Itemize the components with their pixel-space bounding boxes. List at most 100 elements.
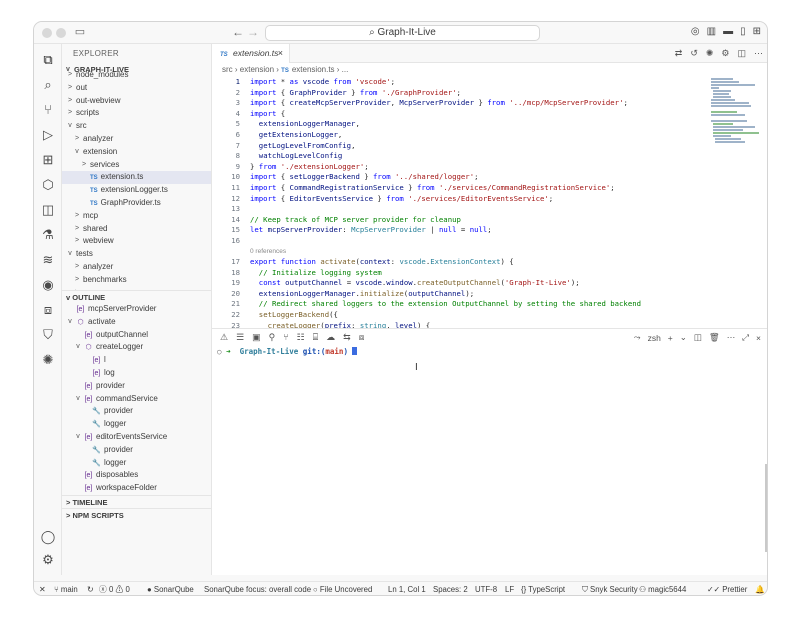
run-debug-icon[interactable]: ▷ (38, 125, 58, 145)
outline-item[interactable]: [e] l (62, 354, 211, 367)
manage-gear-icon[interactable]: ⚙ (38, 550, 58, 570)
sonar-icon[interactable]: ⇆ (343, 332, 351, 343)
sonarlint-icon[interactable]: ≋ (38, 250, 58, 270)
close-panel-icon[interactable]: × (756, 333, 761, 343)
toggle-secondary-sidebar-icon[interactable]: ▯ (740, 26, 746, 37)
outline-header[interactable]: v OUTLINE (62, 290, 211, 303)
graph-panel-icon[interactable]: ⧈ (359, 332, 365, 343)
github-icon[interactable]: ◉ (38, 275, 58, 295)
close-window-dot[interactable] (42, 28, 52, 38)
explorer-item[interactable]: > benchmarks (62, 274, 211, 287)
explorer-item[interactable]: v tests (62, 248, 211, 261)
ports-icon[interactable]: ⚲ (269, 332, 276, 343)
cursor-position[interactable]: Ln 1, Col 1 (388, 582, 426, 595)
outline-item[interactable]: v ⬡ activate (62, 316, 211, 329)
add-terminal-icon[interactable]: + (668, 333, 673, 343)
kill-terminal-icon[interactable]: 🗑 (709, 332, 720, 343)
customize-layout-icon[interactable]: ⊞ (753, 26, 761, 37)
sonar-focus-status[interactable]: SonarQube focus: overall code (204, 582, 311, 595)
codelens-references[interactable]: 0 references (212, 247, 697, 258)
graph-view-icon[interactable]: ⚙ (721, 48, 729, 59)
breadcrumb-src[interactable]: src (222, 65, 233, 74)
sonarqube-status[interactable]: ● SonarQube (147, 582, 194, 595)
outline-item[interactable]: [e] outputChannel (62, 329, 211, 342)
outline-item[interactable]: [e] log (62, 367, 211, 380)
terminal-output[interactable]: ○ ➜ Graph-It-Live git:(main) (217, 347, 358, 356)
problems-icon[interactable]: ⚠ (220, 332, 228, 343)
terminal-shell-name[interactable]: zsh (648, 333, 661, 343)
snyk-status[interactable]: ⛉ Snyk Security (582, 582, 638, 595)
accounts-icon[interactable]: ◯ (38, 527, 58, 547)
toggle-panel-icon[interactable]: ▬ (723, 26, 733, 37)
branch-status[interactable]: ⑂ main (54, 582, 78, 595)
notifications-bell-icon[interactable]: 🔔 (755, 582, 765, 595)
timeline-header[interactable]: > TIMELINE (62, 495, 211, 508)
breadcrumb-symbol[interactable]: ... (342, 65, 349, 74)
gitlens-icon[interactable]: ⑂ (283, 332, 288, 343)
explorer-item[interactable]: > scripts (62, 107, 211, 120)
search-icon[interactable]: ⌕ (38, 75, 58, 95)
toggle-sidebar-icon[interactable]: ▭ (70, 25, 90, 40)
outline-item[interactable]: 🔧 provider (62, 405, 211, 418)
explorer-item[interactable]: > analyzer (62, 261, 211, 274)
remote-icon[interactable]: ✕ (39, 582, 46, 595)
copilot-icon[interactable]: ◎ (691, 26, 700, 37)
more-actions-icon[interactable]: ⋯ (727, 332, 736, 343)
more-actions-icon[interactable]: ⋯ (754, 48, 763, 59)
coverage-status[interactable]: ○ File Uncovered (313, 582, 372, 595)
outline-item[interactable]: 🔧 logger (62, 418, 211, 431)
ai-icon[interactable]: ✺ (706, 48, 714, 59)
minimize-window-dot[interactable] (56, 28, 66, 38)
copilot-chat-icon[interactable]: ☁ (326, 332, 335, 343)
explorer-item[interactable]: > out (62, 82, 211, 95)
close-icon[interactable]: × (278, 44, 283, 63)
chevron-down-icon[interactable]: ⌄ (680, 332, 687, 343)
explorer-item[interactable]: TS GraphProvider.ts (62, 197, 211, 210)
outline-item[interactable]: [e] mcpServerProvider (62, 303, 211, 316)
back-arrow-icon[interactable]: ← (232, 25, 244, 40)
output-icon[interactable]: ☰ (236, 332, 244, 343)
timeline-icon[interactable]: ↺ (690, 48, 698, 59)
tab-extension-ts[interactable]: TS extension.ts × (212, 44, 290, 63)
eol-status[interactable]: LF (505, 582, 514, 595)
package-icon[interactable]: ⬡ (38, 175, 58, 195)
explorer-item[interactable]: > analyzer (62, 133, 211, 146)
sync-icon[interactable]: ↻ (87, 582, 94, 595)
openai-icon[interactable]: ✺ (38, 350, 58, 370)
outline-item[interactable]: 🔧 logger (62, 457, 211, 470)
compare-icon[interactable]: ⇄ (675, 48, 683, 59)
remote-explorer-icon[interactable]: ◫ (38, 200, 58, 220)
breadcrumb-extension[interactable]: extension (240, 65, 274, 74)
forward-arrow-icon[interactable]: → (247, 25, 259, 40)
indentation-status[interactable]: Spaces: 2 (433, 582, 468, 595)
outline-item[interactable]: [e] provider (62, 380, 211, 393)
breadcrumb-file[interactable]: extension.ts (292, 65, 335, 74)
comments-icon[interactable]: ☷ (297, 332, 305, 343)
encoding-status[interactable]: UTF-8 (475, 582, 497, 595)
code-editor[interactable]: 1 import * as vscode from 'vscode'; 2 impo… (212, 77, 697, 331)
explorer-item[interactable]: TS extensionLogger.ts (62, 184, 211, 197)
language-status[interactable]: {} TypeScript (521, 582, 565, 595)
explorer-item[interactable]: > mcp (62, 210, 211, 223)
explorer-item[interactable]: > node_modules (62, 69, 211, 82)
npm-scripts-header[interactable]: > NPM SCRIPTS (62, 508, 211, 521)
snyk-icon[interactable]: ⛉ (38, 325, 58, 345)
outline-item[interactable]: v ⬡ createLogger (62, 341, 211, 354)
explorer-item[interactable]: > webview (62, 235, 211, 248)
explorer-item[interactable]: TS extension.ts (62, 171, 211, 185)
explorer-item[interactable]: > services (62, 159, 211, 172)
command-center-search[interactable]: ⌕ Graph-It-Live (265, 25, 540, 41)
terminal-icon[interactable]: ⌸ (313, 332, 318, 343)
split-editor-icon[interactable]: ◫ (737, 48, 746, 59)
explorer-icon[interactable]: ⧉ (38, 50, 58, 70)
debug-console-icon[interactable]: ▣ (252, 332, 261, 343)
explorer-item[interactable]: v src (62, 120, 211, 133)
prettier-status[interactable]: ✓✓ Prettier (707, 582, 747, 595)
extensions-icon[interactable]: ⊞ (38, 150, 58, 170)
problems-status[interactable]: ⓧ 0 ⚠ 0 (99, 582, 130, 595)
outline-item[interactable]: v [e] commandService (62, 393, 211, 406)
split-terminal-icon[interactable]: ◫ (694, 332, 702, 343)
explorer-item[interactable]: > shared (62, 223, 211, 236)
testing-icon[interactable]: ⚗ (38, 225, 58, 245)
explorer-item[interactable]: v extension (62, 146, 211, 159)
